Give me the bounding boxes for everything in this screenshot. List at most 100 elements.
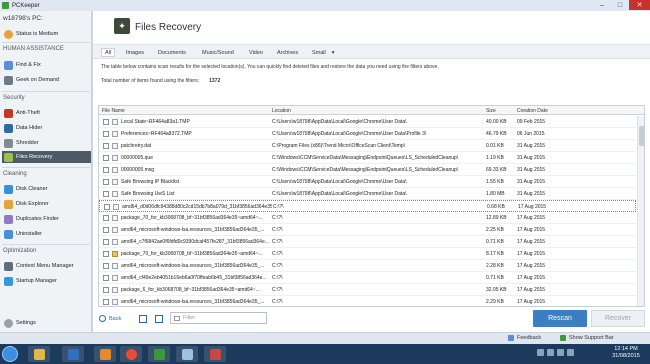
sidebar-item-disk-cleaner[interactable]: Disk Cleaner: [2, 183, 91, 195]
cell-name: Preferences~RF464a8372.TMP: [121, 131, 192, 137]
column-size[interactable]: Size: [486, 108, 496, 114]
tab-small[interactable]: Small ▾: [309, 48, 338, 57]
feedback-icon: [508, 335, 514, 341]
taskbar-app-media[interactable]: [62, 346, 84, 362]
tray-icon[interactable]: [547, 349, 554, 356]
sidebar-item-files-recovery[interactable]: Files Recovery: [2, 151, 91, 163]
row-checkbox[interactable]: [103, 287, 109, 293]
row-checkbox[interactable]: [103, 119, 109, 125]
cell-name: Safe Browsing UwS List: [121, 191, 175, 197]
sidebar-item-disk-explorer[interactable]: Disk Explorer: [2, 198, 91, 210]
filter-input[interactable]: Filter: [170, 312, 267, 324]
tab-music-sound[interactable]: Music/Sound: [199, 48, 237, 57]
row-checkbox[interactable]: [103, 191, 109, 197]
feedback-link[interactable]: Feedback: [508, 335, 541, 341]
sidebar-item-uninstaller[interactable]: Uninstaller: [2, 228, 91, 240]
table-row[interactable]: package_70_for_kb3068708_bf~31bf3856ad36…: [99, 212, 636, 224]
taskbar-app-outlook[interactable]: [94, 346, 116, 362]
recover-button[interactable]: Recover: [591, 310, 645, 327]
taskbar-app-paint[interactable]: [176, 346, 198, 362]
cell-date: 17 Aug 2015: [517, 251, 546, 257]
sidebar-item-label: Disk Explorer: [16, 201, 49, 207]
cell-size: 0.71 KB: [486, 275, 504, 281]
row-checkbox[interactable]: [103, 275, 109, 281]
sidebar-item-label: Anti-Theft: [16, 110, 40, 116]
file-icon: [113, 204, 119, 210]
table-row[interactable]: Safe Browsing UwS List C:\Users\w18798\A…: [99, 188, 636, 200]
taskbar-app-snipping[interactable]: [204, 346, 226, 362]
vertical-scrollbar[interactable]: [637, 116, 644, 306]
row-checkbox[interactable]: [103, 239, 109, 245]
row-checkbox[interactable]: [103, 131, 109, 137]
row-checkbox[interactable]: [103, 263, 109, 269]
filter-icon: [174, 316, 180, 321]
tab-archives[interactable]: Archives: [274, 48, 301, 57]
table-row[interactable]: patchretry.dat C:\Program Files (x86)\Tr…: [99, 140, 636, 152]
sidebar-item-shredder[interactable]: Shredder: [2, 137, 91, 149]
sidebar-item-status[interactable]: Status is Medium: [2, 28, 91, 40]
column-creation-date[interactable]: Creation Date: [517, 108, 548, 114]
rescan-button[interactable]: Rescan: [533, 310, 587, 327]
sidebar-item-context-menu-manager[interactable]: Context Menu Manager: [2, 260, 91, 272]
cell-name: amd64_cf49e2eb4051b16eb6a0f70ffeab6b45_3…: [121, 275, 267, 281]
table-row[interactable]: package_70_for_kb3068708_bf~31bf3856ad36…: [99, 248, 636, 260]
row-checkbox[interactable]: [103, 143, 109, 149]
column-file-name[interactable]: File Name: [102, 108, 125, 114]
row-checkbox[interactable]: [103, 215, 109, 221]
sidebar-item-startup-manager[interactable]: Startup Manager: [2, 275, 91, 287]
table-row[interactable]: Safe Browsing IP Blacklist C:\Users\w187…: [99, 176, 636, 188]
table-row[interactable]: 00000005.que C:\Windows\CCM\ServiceData\…: [99, 152, 636, 164]
check-icon[interactable]: [155, 315, 163, 323]
start-button[interactable]: [2, 346, 18, 362]
sidebar-item-duplicates-finder[interactable]: Duplicates Finder: [2, 213, 91, 225]
tab-documents[interactable]: Documents: [155, 48, 189, 57]
sidebar-item-find-fix[interactable]: Find & Fix: [2, 59, 91, 71]
tab-video[interactable]: Video: [246, 48, 266, 57]
file-icon: [112, 227, 118, 233]
row-checkbox[interactable]: [104, 204, 110, 210]
scrollbar-thumb[interactable]: [639, 126, 644, 146]
row-checkbox[interactable]: [103, 251, 109, 257]
table-row[interactable]: 00000005.msg C:\Windows\CCM\ServiceData\…: [99, 164, 636, 176]
row-checkbox[interactable]: [103, 227, 109, 233]
tray-icon[interactable]: [537, 349, 544, 356]
cell-name: Safe Browsing IP Blacklist: [121, 179, 179, 185]
table-row[interactable]: amd64_microsoft-windows-lsa.resources_31…: [99, 224, 636, 236]
sidebar-item-settings[interactable]: Settings: [2, 317, 91, 329]
sidebar-item-anti-theft[interactable]: Anti-Theft: [2, 107, 91, 119]
tab-images[interactable]: Images: [123, 48, 147, 57]
cell-size: 12.89 KB: [486, 215, 507, 221]
row-checkbox[interactable]: [103, 167, 109, 173]
minimize-button[interactable]: –: [593, 0, 611, 10]
cell-name: 00000005.msg: [121, 167, 155, 173]
taskbar-clock[interactable]: 12:14 PM 31/08/2015: [606, 346, 646, 360]
show-support-bar-link[interactable]: Show Support Bar: [560, 335, 614, 341]
table-row[interactable]: amd64_microsoft-windows-lsa.resources_31…: [99, 296, 636, 306]
cell-date: 17 Aug 2015: [517, 239, 546, 245]
maximize-button[interactable]: □: [611, 0, 629, 10]
taskbar-app-explorer[interactable]: [28, 346, 50, 362]
back-link[interactable]: Back: [99, 315, 121, 322]
table-row[interactable]: amd64_cf49e2eb4051b16eb6a0f70ffeab6b45_3…: [99, 272, 636, 284]
row-checkbox[interactable]: [103, 299, 109, 305]
sidebar-item-data-hider[interactable]: Data Hider: [2, 122, 91, 134]
tab-all[interactable]: All: [101, 48, 116, 57]
close-button[interactable]: ✕: [629, 0, 650, 10]
cell-location: C:\?\: [272, 299, 283, 305]
table-row[interactable]: package_6_for_kb3068708_bf~31bf3856ad364…: [99, 284, 636, 296]
select-all-icon[interactable]: [139, 315, 147, 323]
table-row[interactable]: Local State~RF464a83a1.TMP C:\Users\w187…: [99, 116, 636, 128]
sidebar-item-geek-on-demand[interactable]: Geek on Demand: [2, 74, 91, 86]
row-checkbox[interactable]: [103, 155, 109, 161]
table-row[interactable]: amd64_microsoft-windows-lsa.resources_31…: [99, 260, 636, 272]
volume-icon[interactable]: [567, 349, 574, 356]
taskbar-app-chrome[interactable]: [120, 346, 142, 362]
taskbar-app-pckeeper[interactable]: [148, 346, 170, 362]
column-location[interactable]: Location: [272, 108, 291, 114]
table-row[interactable]: Preferences~RF464a8372.TMP C:\Users\w187…: [99, 128, 636, 140]
context-menu-icon: [4, 261, 13, 271]
row-checkbox[interactable]: [103, 179, 109, 185]
network-icon[interactable]: [557, 349, 564, 356]
table-row-selected[interactable]: amd64_d0d06dfc94388d80c2cd15db7b8a079d_3…: [99, 200, 636, 212]
table-row[interactable]: amd64_c7f6842ae0f6fdfd0c9390dcaf457fe287…: [99, 236, 636, 248]
